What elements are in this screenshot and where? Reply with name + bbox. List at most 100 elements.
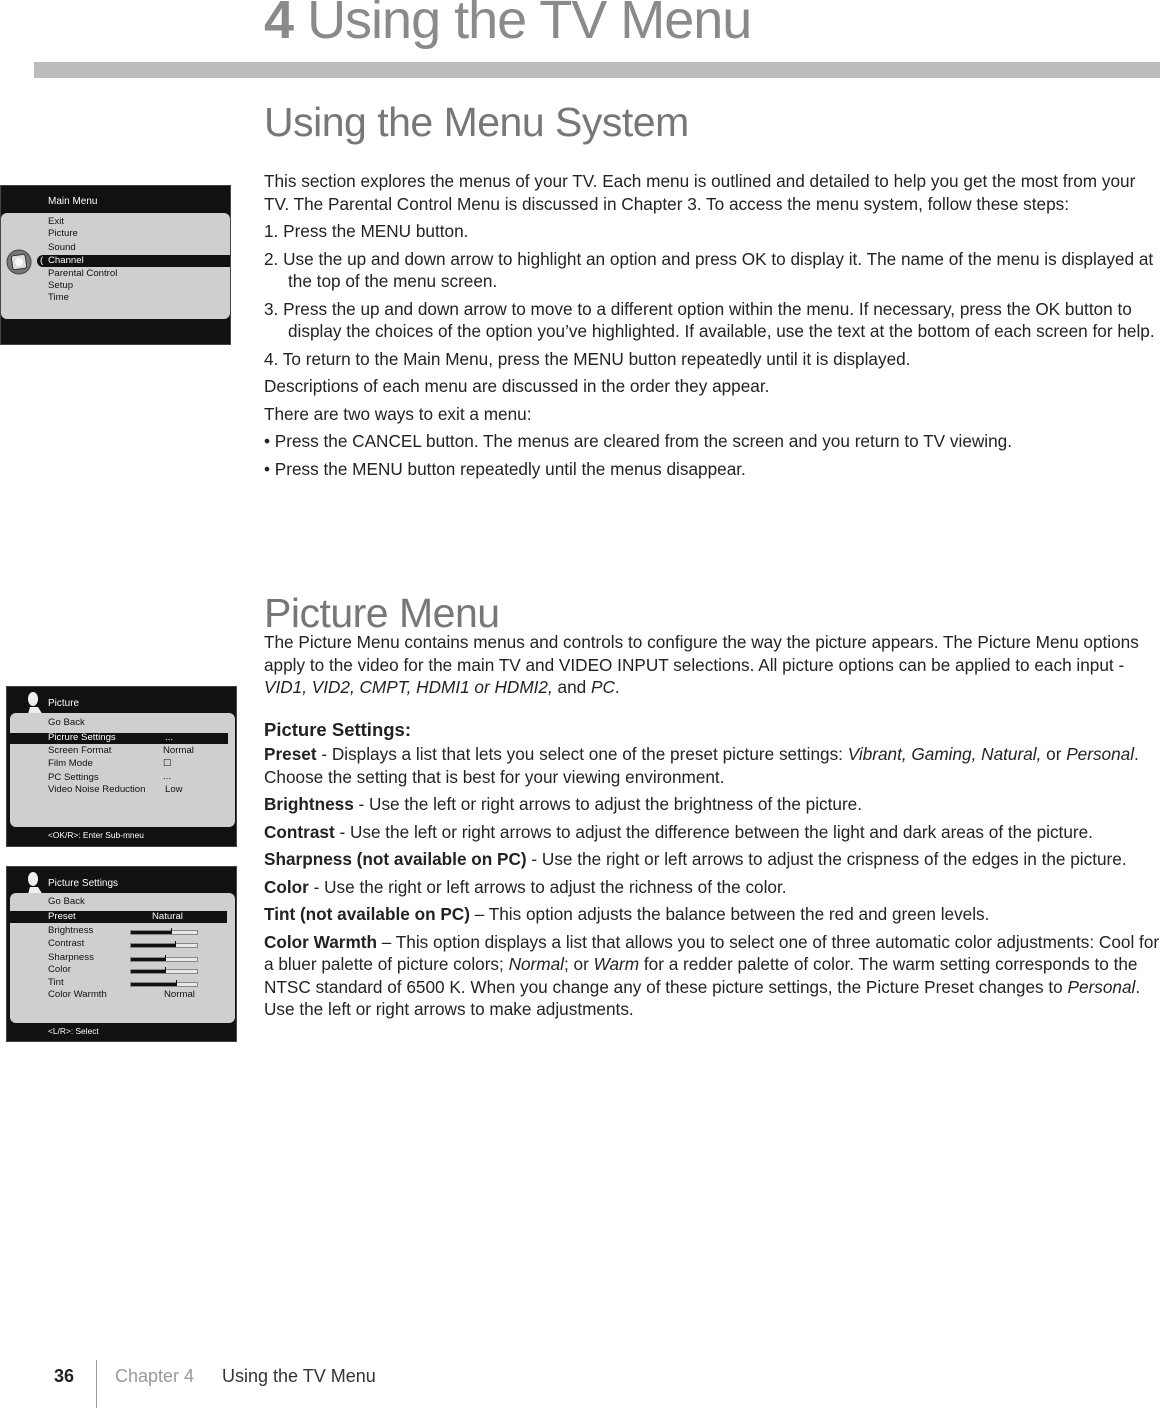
color-warmth-normal: Normal xyxy=(508,954,564,974)
tv-row-value: Normal xyxy=(163,745,194,756)
tv-row-label: Film Mode xyxy=(48,758,93,769)
tv-picture-settings-screenshot: Picture Settings Go Back Preset Natural … xyxy=(6,866,237,1042)
picture-intro-pc: PC xyxy=(590,677,615,697)
tv-slider-knob xyxy=(164,955,166,961)
menu-system-body: This section explores the menus of your … xyxy=(264,170,1160,485)
tv-menu-item-selected: Preset Natural xyxy=(10,911,227,923)
tv-row-label: Picrure Settings xyxy=(48,732,116,743)
step-1: 1. Press the MENU button. xyxy=(264,221,469,241)
tv-menu-panel xyxy=(10,713,235,827)
tv-slider-fill xyxy=(131,958,165,961)
section-heading-menu-system: Using the Menu System xyxy=(264,99,689,145)
tv-picture-settings-title: Picture Settings xyxy=(48,878,119,889)
exit-bullet-cancel: • Press the CANCEL button. The menus are… xyxy=(264,431,1012,451)
sharpness-description: Sharpness (not available on PC) - Use th… xyxy=(264,848,1160,871)
brightness-text: - Use the left or right arrows to adjust… xyxy=(353,794,863,814)
section-heading-picture-menu: Picture Menu xyxy=(264,590,500,636)
color-warmth-text-b: ; or xyxy=(563,954,594,974)
preset-options: Vibrant, Gaming, Natural, xyxy=(847,744,1042,764)
color-warmth-description: Color Warmth – This option displays a li… xyxy=(264,931,1160,1021)
tv-slider-label: Tint xyxy=(48,977,64,988)
tv-slider-knob xyxy=(164,967,166,973)
picture-intro: The Picture Menu contains menus and cont… xyxy=(264,631,1160,699)
tv-go-back: Go Back xyxy=(48,896,85,907)
color-description: Color - Use the right or left arrows to … xyxy=(264,876,1160,899)
tv-main-menu-title: Main Menu xyxy=(48,196,98,207)
preset-description: Preset - Displays a list that lets you s… xyxy=(264,743,1160,788)
tv-picture-menu-screenshot: Picture Go Back Picrure Settings ... Scr… xyxy=(6,686,237,847)
tv-menu-item: Picture xyxy=(48,228,78,239)
tv-slider-label: Sharpness xyxy=(48,952,94,963)
tv-picture-title: Picture xyxy=(48,698,80,709)
picture-menu-body: The Picture Menu contains menus and cont… xyxy=(264,631,1160,1026)
step-4: 4. To return to the Main Menu, press the… xyxy=(264,348,911,369)
preset-or: or xyxy=(1041,744,1067,764)
picture-intro-inputs: VID1, VID2, CMPT, HDMI1 or HDMI2, xyxy=(264,677,553,697)
tv-slider-fill xyxy=(131,944,175,947)
step-2: 2. Use the up and down arrow to highligh… xyxy=(264,248,1154,292)
sharpness-term: Sharpness (not available on PC) xyxy=(264,849,527,869)
tv-footer-hint: <OK/R>: Enter Sub-mneu xyxy=(48,830,144,840)
picture-intro-text: The Picture Menu contains menus and cont… xyxy=(264,632,1139,675)
contrast-term: Contrast xyxy=(264,821,335,842)
tv-menu-cursor: ( xyxy=(40,255,44,266)
tv-slider-knob xyxy=(174,941,176,947)
tv-slider-fill xyxy=(131,970,165,973)
tv-slider-fill xyxy=(131,931,172,934)
tv-menu-item-selected: ( Channel xyxy=(37,255,230,267)
picture-intro-end: . xyxy=(614,677,620,697)
header-rule xyxy=(34,62,1160,78)
tv-menu-selected-label: Channel xyxy=(48,255,84,266)
footer-title: Using the TV Menu xyxy=(222,1366,376,1386)
tv-warmth-value: Normal xyxy=(164,989,195,1000)
tv-slider-color xyxy=(130,967,198,974)
tv-menu-item: Parental Control xyxy=(48,268,118,279)
color-warmth-personal: Personal xyxy=(1067,976,1136,997)
preset-personal: Personal xyxy=(1066,744,1135,764)
tv-preset-label: Preset xyxy=(48,911,76,922)
tv-slider-knob xyxy=(171,928,173,934)
tv-menu-item: Exit xyxy=(48,216,64,227)
tv-row-value: Low xyxy=(165,784,183,795)
tv-slider-label: Color xyxy=(48,964,71,975)
chapter-number: 4 xyxy=(264,0,294,50)
brightness-description: Brightness - Use the left or right arrow… xyxy=(264,793,1160,816)
descriptions-note: Descriptions of each menu are discussed … xyxy=(264,376,770,396)
color-term: Color xyxy=(264,876,309,897)
chapter-title-text: Using the TV Menu xyxy=(307,0,752,50)
sharpness-text: - Use the right or left arrows to adjust… xyxy=(526,849,1127,869)
tint-text: – This option adjusts the balance betwee… xyxy=(469,904,990,924)
brightness-term: Brightness xyxy=(264,794,354,814)
tv-row-label: Video Noise Reduction xyxy=(48,784,146,795)
footer-chapter: Chapter 4 xyxy=(115,1366,195,1386)
tv-slider-brightness xyxy=(130,928,198,935)
picture-settings-heading: Picture Settings: xyxy=(264,718,411,740)
tv-go-back: Go Back xyxy=(48,717,85,728)
page-number: 36 xyxy=(54,1366,75,1386)
tv-slider-label: Brightness xyxy=(48,925,94,936)
tv-menu-item: Sound xyxy=(48,242,76,253)
tv-slider-tint xyxy=(130,980,198,987)
checkbox-icon: ☐ xyxy=(163,758,172,769)
tv-slider-fill xyxy=(131,983,176,986)
tv-row-value: ... xyxy=(163,771,171,782)
exit-bullet-menu: • Press the MENU button repeatedly until… xyxy=(264,458,746,479)
footer-divider xyxy=(96,1360,97,1408)
tv-row-label: PC Settings xyxy=(48,772,99,783)
tv-warmth-label: Color Warmth xyxy=(48,989,107,1000)
tv-row-label: Screen Format xyxy=(48,745,112,756)
tint-description: Tint (not available on PC) – This option… xyxy=(264,903,1160,926)
tint-term: Tint (not available on PC) xyxy=(264,904,470,924)
intro-paragraph: This section explores the menus of your … xyxy=(264,171,1136,214)
tv-main-menu-screenshot: Main Menu Exit Picture Sound ( Channel P… xyxy=(0,185,231,345)
contrast-description: Contrast - Use the left or right arrows … xyxy=(264,821,1160,844)
tv-slider-label: Contrast xyxy=(48,938,85,949)
tv-menu-item: Time xyxy=(48,292,69,303)
tv-preset-value: Natural xyxy=(152,911,183,922)
tv-row-value: ... xyxy=(165,732,173,743)
step-3: 3. Press the up and down arrow to move t… xyxy=(264,298,1155,342)
tv-menu-item: Setup xyxy=(48,280,74,291)
exit-intro: There are two ways to exit a menu: xyxy=(264,403,532,424)
picture-intro-and: and xyxy=(552,677,591,697)
tv-slider-sharpness xyxy=(130,955,198,962)
